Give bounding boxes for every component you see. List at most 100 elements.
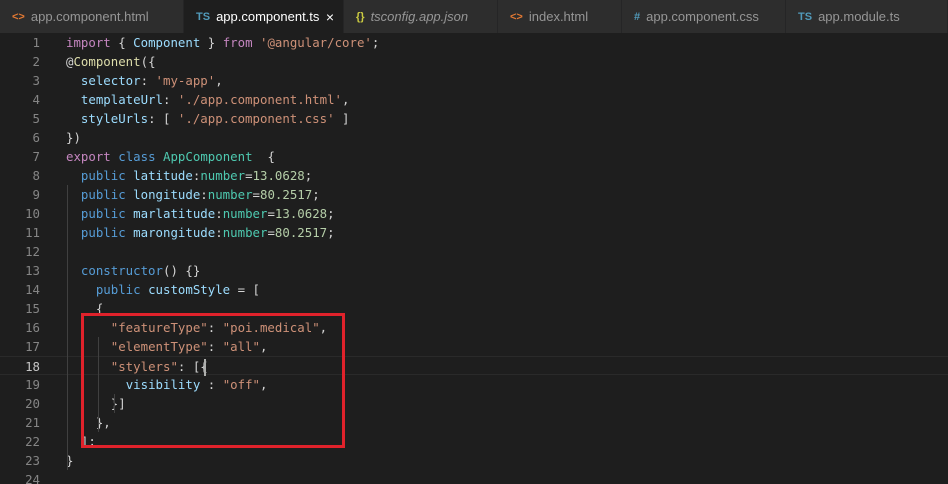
code-token-class: number bbox=[200, 168, 246, 183]
code-token-plain: : [ bbox=[148, 111, 178, 126]
code-token-class: number bbox=[222, 206, 268, 221]
code-token-variable: customStyle bbox=[148, 282, 231, 297]
indent-guide bbox=[67, 185, 68, 470]
code-line[interactable]: 2 @Component({ bbox=[0, 52, 948, 71]
annotation-highlight-box bbox=[81, 313, 345, 448]
code-token-keyword: import bbox=[66, 35, 111, 50]
code-line[interactable]: 9 public longitude:number=80.2517; bbox=[0, 185, 948, 204]
code-text: public marongitude:number=80.2517; bbox=[66, 223, 335, 242]
code-text: public longitude:number=80.2517; bbox=[66, 185, 320, 204]
code-token-plain: ; bbox=[304, 168, 313, 183]
code-text: public latitude:number=13.0628; bbox=[66, 166, 312, 185]
line-number: 17 bbox=[25, 339, 40, 354]
code-token-string: 'my-app' bbox=[155, 73, 216, 88]
code-token-plain: }) bbox=[66, 130, 81, 145]
code-text: public customStyle = [ bbox=[66, 280, 260, 299]
code-line[interactable]: 6}) bbox=[0, 128, 948, 147]
code-token-plain: : bbox=[215, 206, 223, 221]
tab-label: app.component.ts bbox=[216, 9, 320, 24]
line-number: 11 bbox=[25, 225, 40, 240]
code-token-variable: selector bbox=[80, 73, 141, 88]
code-token-plain: ; bbox=[327, 206, 335, 221]
tab-app-component-ts[interactable]: TS app.component.ts × bbox=[184, 0, 344, 33]
code-token-storage: public bbox=[95, 282, 141, 297]
code-token-plain: : bbox=[162, 92, 178, 107]
tab-app-component-html[interactable]: <> app.component.html bbox=[0, 0, 184, 33]
html-file-icon: <> bbox=[510, 10, 523, 23]
code-token-variable: marongitude bbox=[133, 225, 216, 240]
code-token-plain: ] bbox=[334, 111, 350, 126]
line-number: 13 bbox=[25, 263, 40, 278]
code-token-storage: public bbox=[80, 168, 126, 183]
code-token-plain: { bbox=[252, 149, 275, 164]
code-line[interactable]: 11 public marongitude:number=80.2517; bbox=[0, 223, 948, 242]
code-token-plain: } bbox=[200, 35, 223, 50]
code-token-keyword: export bbox=[66, 149, 111, 164]
tab-app-component-css[interactable]: # app.component.css bbox=[622, 0, 786, 33]
code-line[interactable]: 7 export class AppComponent { bbox=[0, 147, 948, 166]
code-token-class: number bbox=[222, 225, 268, 240]
line-number: 9 bbox=[32, 187, 40, 202]
line-number: 14 bbox=[25, 282, 40, 297]
code-token-plain: = bbox=[267, 206, 275, 221]
code-token-variable: Component bbox=[133, 35, 201, 50]
code-text: constructor() {} bbox=[66, 261, 200, 280]
line-number: 21 bbox=[25, 415, 40, 430]
code-line[interactable]: 3 selector: 'my-app', bbox=[0, 71, 948, 90]
code-line[interactable]: 4 templateUrl: './app.component.html', bbox=[0, 90, 948, 109]
code-token-string: './app.component.css' bbox=[177, 111, 335, 126]
line-number: 7 bbox=[32, 149, 40, 164]
line-number: 16 bbox=[25, 320, 40, 335]
line-number: 10 bbox=[25, 206, 40, 221]
code-line[interactable]: 12 bbox=[0, 242, 948, 261]
code-line[interactable]: 8 public latitude:number=13.0628; bbox=[0, 166, 948, 185]
line-number: 6 bbox=[32, 130, 40, 145]
tab-app-module-ts[interactable]: TS app.module.ts bbox=[786, 0, 948, 33]
code-line[interactable]: 10 public marlatitude:number=13.0628; bbox=[0, 204, 948, 223]
tab-label: tsconfig.app.json bbox=[370, 9, 469, 24]
tab-tsconfig-app-json[interactable]: {} tsconfig.app.json bbox=[344, 0, 498, 33]
code-line[interactable]: 14 public customStyle = [ bbox=[0, 280, 948, 299]
code-token-variable: templateUrl bbox=[80, 92, 163, 107]
code-token-plain: ({ bbox=[140, 54, 156, 69]
editor-tab-bar: <> app.component.html TS app.component.ts × {… bbox=[0, 0, 948, 33]
tab-label: app.component.html bbox=[30, 9, 149, 24]
code-token-number: 80.2517 bbox=[260, 187, 313, 202]
close-tab-icon[interactable]: × bbox=[326, 9, 334, 25]
code-text: public marlatitude:number=13.0628; bbox=[66, 204, 335, 223]
line-number: 2 bbox=[32, 54, 40, 69]
code-line[interactable]: 5 styleUrls: [ './app.component.css' ] bbox=[0, 109, 948, 128]
code-line[interactable]: 13 constructor() {} bbox=[0, 261, 948, 280]
line-number: 8 bbox=[32, 168, 40, 183]
line-number: 4 bbox=[32, 92, 40, 107]
code-editor[interactable]: 24 23} 22 ]; 21 }, 20 }] 19 visibility : "off… bbox=[0, 33, 948, 484]
code-line[interactable]: 23} bbox=[0, 451, 948, 470]
css-file-icon: # bbox=[634, 10, 641, 23]
code-token-storage: public bbox=[80, 206, 126, 221]
code-token-string: '@angular/core' bbox=[260, 35, 372, 50]
line-number: 15 bbox=[25, 301, 40, 316]
line-number: 5 bbox=[32, 111, 40, 126]
tab-index-html[interactable]: <> index.html bbox=[498, 0, 622, 33]
code-token-storage: public bbox=[80, 225, 126, 240]
code-token-plain: () {} bbox=[162, 263, 201, 278]
code-token-plain: ; bbox=[371, 35, 380, 50]
code-line[interactable]: 1 import { Component } from '@angular/cor… bbox=[0, 33, 948, 52]
code-token-class: number bbox=[207, 187, 253, 202]
code-token-storage: public bbox=[80, 187, 126, 202]
code-line[interactable]: 24 bbox=[0, 470, 948, 484]
line-number: 19 bbox=[25, 377, 40, 392]
code-token-plain: : bbox=[140, 73, 156, 88]
typescript-file-icon: TS bbox=[196, 10, 211, 23]
line-number: 18 bbox=[25, 359, 40, 374]
code-token-string: './app.component.html' bbox=[177, 92, 343, 107]
code-token-plain: ; bbox=[312, 187, 320, 202]
line-number: 20 bbox=[25, 396, 40, 411]
